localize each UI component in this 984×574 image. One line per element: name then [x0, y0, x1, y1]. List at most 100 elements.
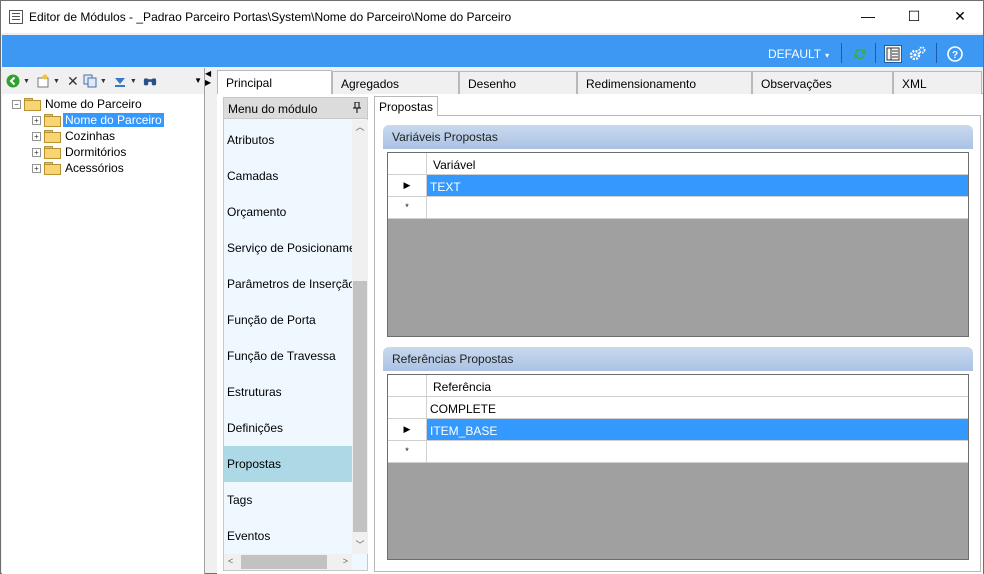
references-group-title: Referências Propostas [383, 347, 973, 371]
module-menu-title: Menu do módulo [228, 102, 318, 116]
scrollbar-thumb[interactable] [241, 555, 327, 569]
copy-icon[interactable] [83, 74, 97, 88]
menu-item-parametros-insercao[interactable]: Parâmetros de Inserção [224, 266, 352, 302]
folder-open-icon [24, 98, 41, 111]
menu-item-estruturas[interactable]: Estruturas [224, 374, 352, 410]
tab-observacoes[interactable]: Observações [752, 71, 893, 94]
scroll-right-icon[interactable]: > [343, 556, 348, 566]
help-icon[interactable]: ? [946, 45, 964, 63]
tree-node-label: Nome do Parceiro [63, 113, 164, 127]
collapse-icon[interactable]: − [12, 99, 21, 109]
expand-right-icon[interactable]: ▶ [205, 78, 215, 87]
main-toolbar: DEFAULT ▾ ? [2, 35, 983, 67]
new-row[interactable]: * [388, 441, 968, 463]
find-icon[interactable] [143, 74, 157, 88]
folder-icon [44, 114, 61, 127]
tab-desenho[interactable]: Desenho [459, 71, 577, 94]
tab-xml[interactable]: XML [893, 71, 982, 94]
grid-cell[interactable] [427, 441, 968, 462]
table-row[interactable]: ▶ TEXT [388, 175, 968, 197]
table-row[interactable]: COMPLETE [388, 397, 968, 419]
collapse-left-icon[interactable]: ◀ [205, 69, 215, 78]
chevron-down-icon[interactable]: ▼ [100, 78, 107, 85]
tree-node[interactable]: + Acessórios [2, 160, 204, 176]
module-menu: Menu do módulo Atributos Camadas Orçamen… [223, 97, 368, 571]
toolbar-separator [936, 43, 937, 63]
move-down-icon[interactable] [113, 74, 127, 88]
tree-toolbar: ▼ ▼ ✕ ▼ ▼ ▼ [2, 68, 204, 94]
grid-cell[interactable] [427, 197, 968, 218]
settings-icon[interactable] [909, 45, 927, 63]
column-header-referencia[interactable]: Referência [427, 375, 968, 396]
chevron-down-icon[interactable]: ▼ [130, 78, 137, 85]
expand-icon[interactable]: + [32, 163, 41, 173]
close-button[interactable]: ✕ [937, 1, 983, 31]
expand-icon[interactable]: + [32, 147, 41, 157]
back-icon[interactable] [6, 74, 20, 88]
references-grid: Referência COMPLETE ▶ ITEM_BASE * [387, 374, 969, 560]
new-row[interactable]: * [388, 197, 968, 219]
folder-icon [44, 130, 61, 143]
minimize-icon: — [861, 8, 875, 24]
tree-node[interactable]: + Cozinhas [2, 128, 204, 144]
menu-item-funcao-porta[interactable]: Função de Porta [224, 302, 352, 338]
scrollbar-thumb[interactable] [353, 281, 367, 532]
tree-node-root[interactable]: − Nome do Parceiro [2, 96, 204, 112]
menu-item-propostas[interactable]: Propostas [224, 446, 352, 482]
grid-cell[interactable]: TEXT [427, 175, 968, 196]
menu-item-funcao-travessa[interactable]: Função de Travessa [224, 338, 352, 374]
delete-icon[interactable]: ✕ [66, 73, 80, 89]
new-item-icon[interactable] [36, 74, 50, 88]
module-menu-vertical-scrollbar[interactable]: ︿ ﹀ [352, 120, 368, 554]
scroll-up-icon[interactable]: ︿ [352, 120, 368, 136]
menu-item-servico-posicionamento[interactable]: Serviço de Posicionamento [224, 230, 352, 266]
menu-item-eventos[interactable]: Eventos [224, 518, 352, 554]
expand-icon[interactable]: + [32, 115, 41, 125]
grid-cell[interactable]: COMPLETE [427, 397, 968, 418]
tree-node[interactable]: + Dormitórios [2, 144, 204, 160]
menu-item-definicoes[interactable]: Definições [224, 410, 352, 446]
tab-redimensionamento[interactable]: Redimensionamento [577, 71, 752, 94]
expand-icon[interactable]: + [32, 131, 41, 141]
chevron-down-icon: ▾ [825, 51, 830, 60]
tab-propostas[interactable]: Propostas [374, 96, 439, 116]
scroll-left-icon[interactable]: < [228, 556, 233, 566]
close-icon: ✕ [954, 7, 966, 24]
tree-node-label: Acessórios [65, 161, 124, 175]
tab-agregados[interactable]: Agregados [332, 71, 459, 94]
panel-splitter[interactable]: ◀ ▶ [205, 69, 215, 87]
minimize-button[interactable]: — [845, 1, 891, 31]
menu-item-atributos[interactable]: Atributos [224, 122, 352, 158]
module-menu-horizontal-scrollbar[interactable]: < > [224, 554, 352, 570]
grid-header-row: Variável [388, 153, 968, 175]
table-row[interactable]: ▶ ITEM_BASE [388, 419, 968, 441]
refresh-icon[interactable] [851, 45, 869, 63]
layout-icon[interactable] [884, 45, 902, 63]
tab-principal[interactable]: Principal [217, 70, 332, 94]
row-header-corner [388, 153, 427, 174]
column-header-variavel[interactable]: Variável [427, 153, 968, 174]
folder-icon [44, 146, 61, 159]
scroll-down-icon[interactable]: ﹀ [352, 538, 368, 554]
pin-icon[interactable] [353, 101, 361, 116]
tree-node-label: Cozinhas [65, 129, 116, 143]
main-tabs: Principal Agregados Desenho Redimensiona… [217, 70, 982, 94]
grid-cell[interactable]: ITEM_BASE [427, 419, 968, 440]
module-menu-header: Menu do módulo [224, 98, 367, 119]
tree-node[interactable]: + Nome do Parceiro [2, 112, 204, 128]
profile-dropdown[interactable]: DEFAULT ▾ [768, 47, 829, 61]
menu-item-camadas[interactable]: Camadas [224, 158, 352, 194]
menu-item-tags[interactable]: Tags [224, 482, 352, 518]
row-header-corner [388, 375, 427, 396]
current-row-icon: ▶ [388, 419, 427, 440]
menu-item-orcamento[interactable]: Orçamento [224, 194, 352, 230]
row-header [388, 397, 427, 418]
grid-header-row: Referência [388, 375, 968, 397]
variables-group: Variáveis Propostas Variável ▶ TEXT * [383, 125, 973, 341]
current-row-icon: ▶ [388, 175, 427, 196]
chevron-down-icon[interactable]: ▼ [23, 78, 30, 85]
maximize-button[interactable]: ☐ [891, 1, 937, 31]
toolbar-overflow-icon[interactable]: ▼ [194, 76, 202, 85]
chevron-down-icon[interactable]: ▼ [53, 78, 60, 85]
tree-node-label: Dormitórios [65, 145, 127, 159]
